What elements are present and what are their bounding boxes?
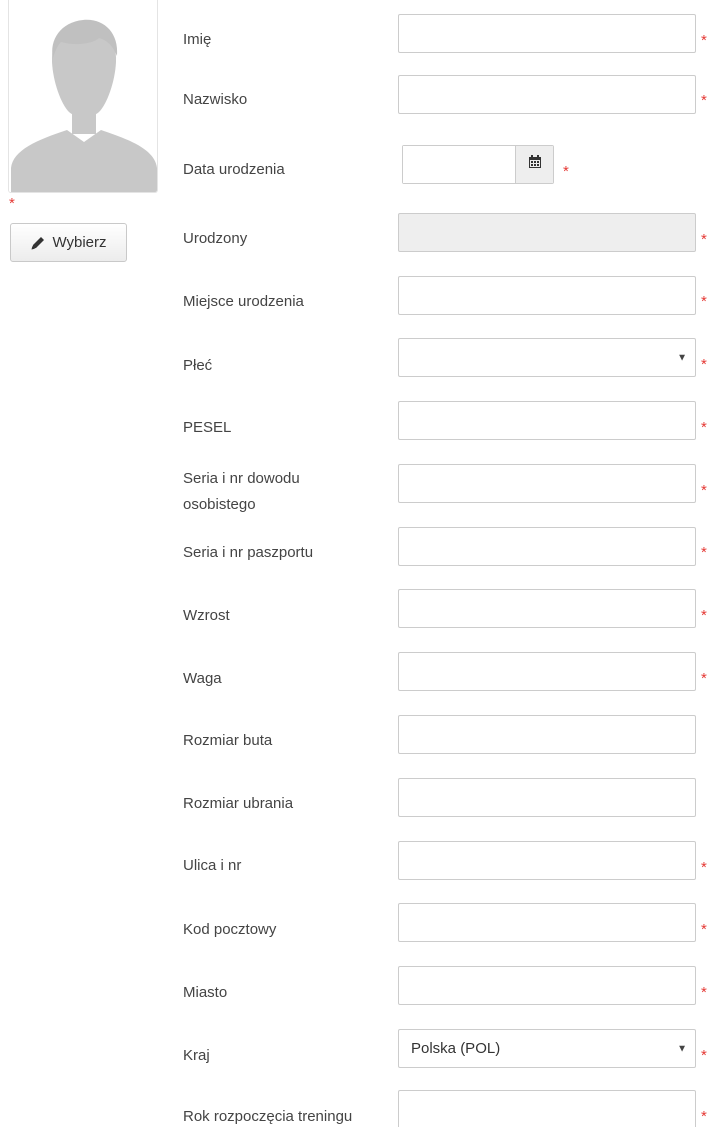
birth-date-label: Data urodzenia: [183, 161, 285, 178]
first-name-input[interactable]: [398, 14, 696, 53]
required-mark: *: [701, 419, 707, 436]
born-label: Urodzony: [183, 230, 248, 247]
training-start-label: Rok rozpoczęcia treningu: [183, 1108, 353, 1125]
born-input: [398, 213, 696, 252]
postal-code-input[interactable]: [398, 903, 696, 942]
weight-label: Waga: [183, 670, 222, 687]
required-mark: *: [701, 92, 707, 109]
dropdown-arrow-icon: ▼: [677, 1043, 687, 1054]
height-label: Wzrost: [183, 607, 230, 624]
required-mark: *: [701, 607, 707, 624]
gender-label: Płeć: [183, 357, 213, 374]
birth-date-group: [402, 145, 554, 184]
city-input[interactable]: [398, 966, 696, 1005]
clothing-size-label: Rozmiar ubrania: [183, 795, 294, 812]
first-name-label: Imię: [183, 31, 212, 48]
country-label: Kraj: [183, 1047, 210, 1064]
required-mark: *: [701, 356, 707, 373]
pencil-icon: [30, 235, 46, 251]
passport-input[interactable]: [398, 527, 696, 566]
required-mark: *: [701, 921, 707, 938]
required-mark: *: [701, 984, 707, 1001]
required-mark: *: [701, 482, 707, 499]
pesel-input[interactable]: [398, 401, 696, 440]
pesel-label: PESEL: [183, 419, 232, 436]
training-start-input[interactable]: [398, 1090, 696, 1127]
country-select[interactable]: Polska (POL) ▼: [398, 1029, 696, 1068]
id-card-label: Seria i nr dowodu osobistego: [183, 470, 300, 513]
street-input[interactable]: [398, 841, 696, 880]
shoe-size-input[interactable]: [398, 715, 696, 754]
photo-required-mark: *: [9, 195, 15, 212]
required-mark: *: [701, 859, 707, 876]
choose-photo-label: Wybierz: [52, 234, 107, 251]
weight-input[interactable]: [398, 652, 696, 691]
last-name-label: Nazwisko: [183, 91, 248, 108]
required-mark: *: [563, 163, 569, 180]
required-mark: *: [701, 1047, 707, 1064]
required-mark: *: [701, 231, 707, 248]
dropdown-arrow-icon: ▼: [677, 352, 687, 363]
last-name-input[interactable]: [398, 75, 696, 114]
athlete-form-page: * Wybierz Imię * Nazwisko * Data urodzen…: [0, 0, 708, 1127]
required-mark: *: [701, 293, 707, 310]
id-card-input[interactable]: [398, 464, 696, 503]
birth-date-input[interactable]: [403, 146, 515, 183]
postal-code-label: Kod pocztowy: [183, 921, 277, 938]
calendar-icon: [528, 155, 542, 174]
required-mark: *: [701, 670, 707, 687]
street-label: Ulica i nr: [183, 857, 242, 874]
city-label: Miasto: [183, 984, 228, 1001]
avatar-placeholder-icon: [8, 0, 158, 193]
country-selected-value: Polska (POL): [411, 1040, 501, 1057]
birth-place-input[interactable]: [398, 276, 696, 315]
birth-place-label: Miejsce urodzenia: [183, 293, 304, 310]
required-mark: *: [701, 1108, 707, 1125]
gender-select[interactable]: ▼: [398, 338, 696, 377]
required-mark: *: [701, 544, 707, 561]
passport-label: Seria i nr paszportu: [183, 544, 314, 561]
choose-photo-button[interactable]: Wybierz: [10, 223, 127, 262]
calendar-button[interactable]: [515, 146, 553, 183]
height-input[interactable]: [398, 589, 696, 628]
clothing-size-input[interactable]: [398, 778, 696, 817]
shoe-size-label: Rozmiar buta: [183, 732, 273, 749]
required-mark: *: [701, 32, 707, 49]
